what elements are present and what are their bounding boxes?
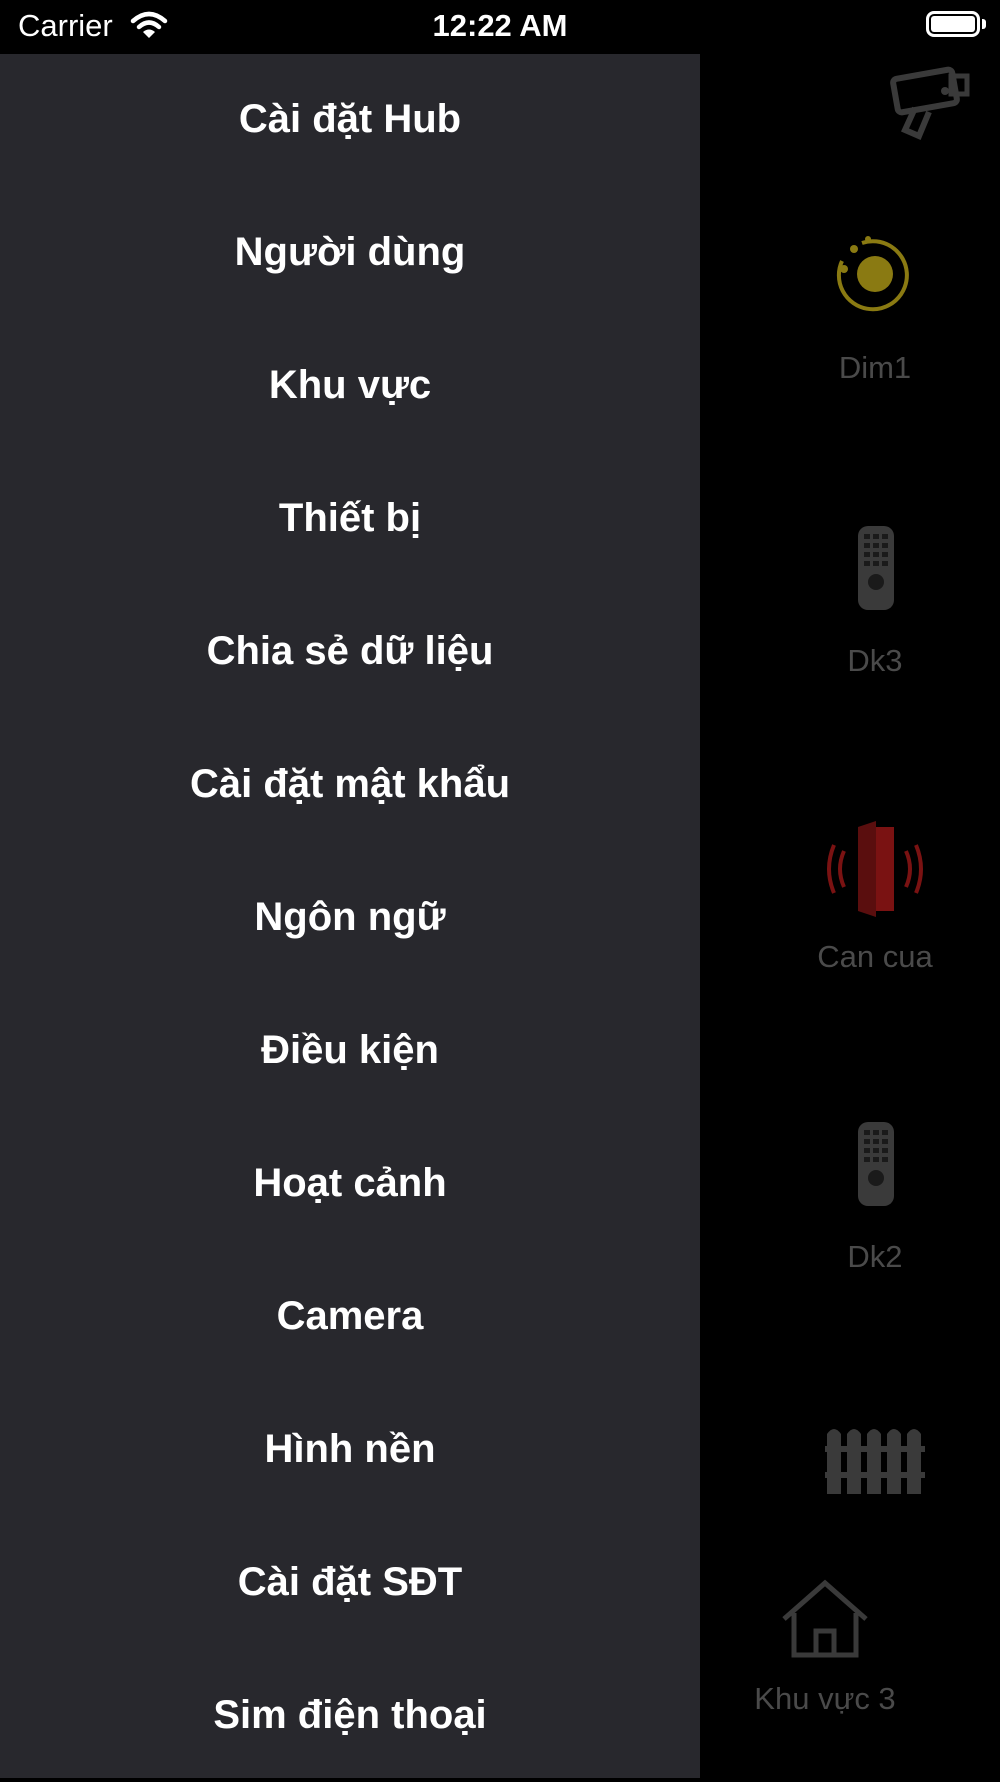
area-tab-label[interactable]: Khu vực 3: [715, 1681, 935, 1717]
menu-item-devices[interactable]: Thiết bị: [0, 452, 700, 585]
device-label: Can cua: [817, 939, 933, 974]
menu-item-phone-settings[interactable]: Cài đặt SĐT: [0, 1516, 700, 1649]
menu-item-password-settings[interactable]: Cài đặt mật khẩu: [0, 718, 700, 851]
home-icon[interactable]: [780, 1579, 870, 1664]
fence-icon[interactable]: [825, 1424, 925, 1499]
menu-item-sim-phone[interactable]: Sim điện thoại: [0, 1649, 700, 1782]
remote-control-icon[interactable]: [856, 524, 896, 617]
menu-item-areas[interactable]: Khu vực: [0, 319, 700, 452]
menu-item-users[interactable]: Người dùng: [0, 186, 700, 319]
menu-item-wallpaper[interactable]: Hình nền: [0, 1383, 700, 1516]
menu-item-language[interactable]: Ngôn ngữ: [0, 851, 700, 984]
menu-item-camera[interactable]: Camera: [0, 1250, 700, 1383]
remote-control-icon[interactable]: [856, 1120, 896, 1213]
menu-item-scenes[interactable]: Hoạt cảnh: [0, 1117, 700, 1250]
clock: 12:22 AM: [432, 8, 568, 43]
battery-nub: [982, 19, 986, 29]
device-label: Dim1: [838, 350, 912, 385]
security-camera-icon[interactable]: [885, 64, 975, 159]
battery-icon: [926, 11, 980, 37]
menu-item-hub-settings[interactable]: Cài đặt Hub: [0, 53, 700, 186]
door-alert-icon[interactable]: [820, 819, 930, 924]
device-label: Dk2: [847, 1239, 903, 1274]
menu-item-data-sharing[interactable]: Chia sẻ dữ liệu: [0, 585, 700, 718]
dimmer-light-icon[interactable]: [832, 231, 918, 322]
side-drawer-menu: Cài đặt Hub Người dùng Khu vực Thiết bị …: [0, 53, 700, 1778]
menu-item-conditions[interactable]: Điều kiện: [0, 984, 700, 1117]
status-bar: Carrier 12:22 AM: [0, 0, 1000, 54]
device-label: Dk3: [847, 643, 903, 678]
